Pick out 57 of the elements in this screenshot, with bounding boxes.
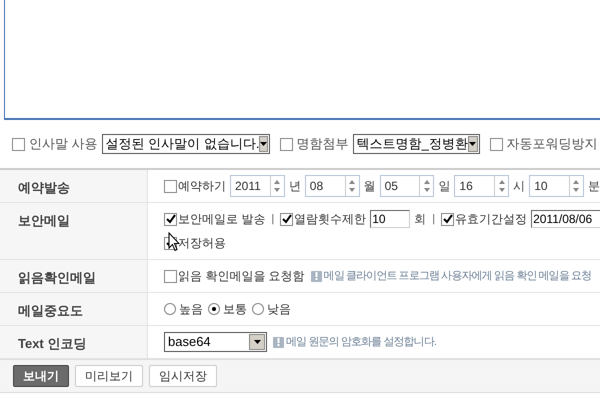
unit-label: 회 [414, 211, 426, 228]
checkmark-icon [442, 214, 453, 224]
number-spinner[interactable]: 08 [304, 175, 360, 197]
checkmark-icon [282, 214, 292, 224]
radio-label: 낮음 [267, 301, 291, 318]
unit-label: 일 [438, 178, 450, 195]
action-button[interactable]: 미리보기 [75, 365, 143, 387]
radio-button[interactable] [164, 303, 176, 315]
action-button[interactable]: 임시저장 [149, 365, 217, 387]
unit-label: 분 [588, 178, 600, 195]
number-spinner[interactable]: 16 [454, 175, 510, 197]
option-label: 자동포워딩방지 [506, 135, 598, 154]
radio-button[interactable] [208, 303, 220, 315]
row-label: 예약발송 [18, 179, 70, 197]
radio-label: 보통 [223, 301, 247, 318]
unit-label: 년 [288, 178, 301, 195]
number-spinner[interactable]: 10 [529, 175, 584, 197]
dropdown[interactable]: 설정된 인사말이 없습니다. [102, 134, 270, 154]
checkbox[interactable] [441, 212, 454, 226]
checkmark-icon [166, 214, 176, 224]
unit-label: 월 [364, 178, 376, 195]
checkbox[interactable] [12, 138, 25, 150]
checkbox-label: 읽음 확인메일을 요청함 [178, 268, 305, 285]
mouse-pointer-icon [168, 232, 180, 252]
dropdown[interactable]: base64 [164, 332, 267, 352]
row-label: 보안메일 [18, 212, 70, 230]
row-label: 메일중요도 [18, 302, 83, 320]
send-button[interactable]: 보내기 [13, 365, 69, 387]
hint-text: 메일 원문의 암호화를 설정합니다. [286, 334, 436, 350]
separator: | [432, 212, 436, 227]
number-spinner[interactable]: 2011 [230, 175, 285, 197]
checkbox[interactable] [490, 138, 503, 150]
text-field[interactable]: 10 [370, 210, 410, 228]
unit-label: 시 [513, 178, 526, 195]
number-spinner[interactable]: 05 [380, 175, 434, 197]
row-label: Text 인코딩 [18, 335, 86, 353]
info-icon [273, 336, 284, 348]
checkbox-label: 저장허용 [178, 235, 226, 252]
dropdown[interactable]: 텍스트명함_정병환 [352, 134, 480, 154]
option-label: 인사말 사용 [29, 135, 98, 154]
checkbox[interactable] [164, 212, 177, 226]
text-field[interactable]: 2011/08/06 [531, 210, 600, 228]
separator: | [271, 212, 274, 227]
checkbox-label: 유효기간설정 [455, 211, 528, 228]
checkbox-label: 보안메일로 발송 [178, 211, 266, 228]
option-label: 명함첨부 [296, 135, 349, 154]
checkbox-label: 열람횟수제한 [294, 211, 366, 228]
checkbox[interactable] [164, 180, 177, 192]
radio-button[interactable] [252, 303, 264, 315]
checkbox-label: 예약하기 [178, 178, 226, 195]
hint-text: 메일 클라이언트 프로그램 사용자에게 읽음 확인 메일을 요청 [324, 268, 592, 284]
checkbox[interactable] [280, 138, 293, 150]
checkbox[interactable] [280, 212, 294, 226]
info-icon [310, 270, 322, 282]
radio-label: 높음 [179, 301, 203, 318]
row-label: 읽음확인메일 [18, 269, 96, 287]
checkbox[interactable] [164, 270, 177, 282]
